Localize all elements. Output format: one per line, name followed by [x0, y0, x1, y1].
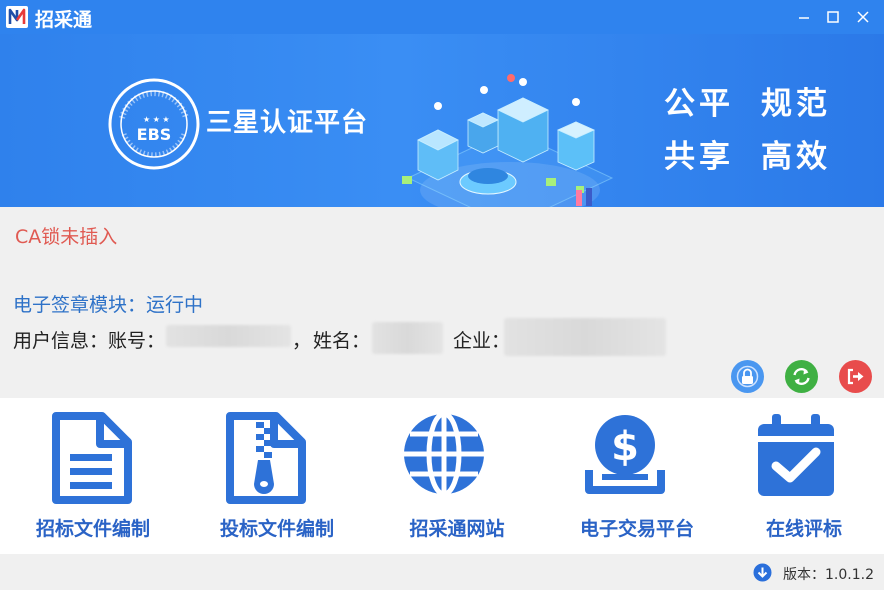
tile-label: 投标文件编制: [219, 518, 334, 540]
tile-trading-platform[interactable]: $ 电子交易平台: [552, 398, 722, 554]
signature-module-label: 电子签章模块：: [13, 294, 147, 316]
tile-website[interactable]: 招采通网站: [372, 398, 542, 554]
signature-module-status: 电子签章模块：运行中: [13, 290, 203, 317]
window-title: 招采通: [35, 9, 93, 31]
close-icon[interactable]: [850, 4, 876, 30]
name-label: 姓名：: [313, 330, 371, 352]
footer: 版本：1.0.1.2: [0, 554, 884, 590]
company-value-redacted: [504, 318, 666, 356]
slogan-share: 共享: [664, 139, 734, 175]
data-center-illustration: [402, 74, 614, 207]
app-logo-icon: [6, 6, 28, 28]
tile-label: 招采通网站: [409, 518, 505, 540]
svg-text:$: $: [611, 424, 639, 470]
tile-label: 招标文件编制: [35, 518, 150, 540]
ca-lock-status: CA锁未插入: [15, 226, 118, 248]
globe-icon: [404, 412, 484, 496]
slogan-standard: 规范: [761, 86, 831, 122]
svg-text:★ ★ ★: ★ ★ ★: [143, 115, 170, 124]
company-label: 企业：: [453, 330, 511, 352]
download-icon[interactable]: [753, 563, 772, 582]
tile-tender-document-editor[interactable]: 投标文件编制: [192, 398, 362, 554]
banner: ★ ★ ★ EBS 三星认证平台 公平 规范 共享 高效: [0, 34, 884, 207]
minimize-icon[interactable]: [792, 4, 818, 30]
name-value-redacted: [372, 322, 443, 354]
tile-bid-document-editor[interactable]: 招标文件编制: [8, 398, 178, 554]
banner-title: 三星认证平台: [206, 108, 369, 138]
maximize-icon[interactable]: [820, 4, 846, 30]
tile-label: 电子交易平台: [579, 518, 694, 540]
svg-text:EBS: EBS: [137, 125, 172, 144]
zip-file-icon: [226, 412, 306, 504]
calendar-check-icon: [758, 414, 834, 496]
user-info: 用户信息：账号：: [13, 326, 165, 353]
account-label: 账号：: [108, 330, 166, 352]
dollar-coin-icon: $: [585, 415, 665, 494]
document-icon: [52, 412, 132, 504]
refresh-icon: [793, 368, 810, 385]
refresh-button[interactable]: [785, 360, 818, 393]
ebs-logo-icon: ★ ★ ★ EBS: [108, 78, 200, 170]
version-label: 版本：1.0.1.2: [783, 567, 874, 583]
user-info-separator: ，: [292, 330, 312, 352]
tile-online-evaluation[interactable]: 在线评标: [718, 398, 884, 554]
title-bar[interactable]: 招采通: [0, 0, 884, 34]
account-value-redacted: [166, 325, 291, 347]
signature-module-value: 运行中: [146, 294, 204, 316]
lock-button[interactable]: [731, 360, 764, 393]
slogan-efficient: 高效: [761, 139, 831, 175]
tile-label: 在线评标: [765, 518, 842, 540]
function-tiles: 招标文件编制 投标文件编制 招采通网站 $ 电子交易平台 在线评标: [0, 398, 884, 554]
logout-button[interactable]: [839, 360, 872, 393]
slogan-fair: 公平: [664, 86, 734, 122]
lock-icon: [736, 365, 759, 388]
logout-icon: [847, 368, 864, 385]
user-info-label: 用户信息：: [13, 330, 109, 352]
